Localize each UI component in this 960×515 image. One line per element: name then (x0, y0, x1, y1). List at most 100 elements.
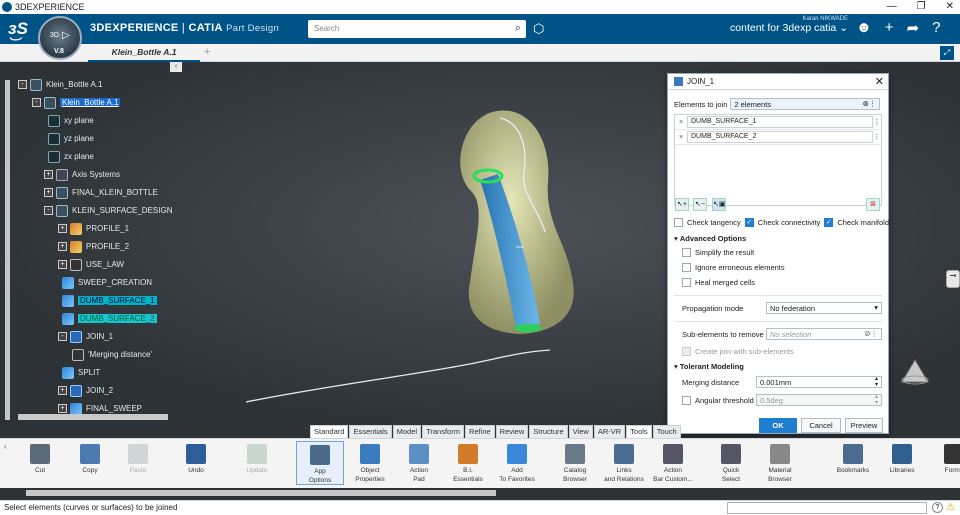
tree-node[interactable]: + JOIN_2 (58, 383, 113, 398)
toolbar-button[interactable]: Paste (114, 441, 162, 485)
toolbar-tab[interactable]: Review (495, 425, 529, 438)
tree-node[interactable]: - Klein_Bottle A.1 (18, 77, 102, 92)
tree-node[interactable]: xy plane (48, 113, 94, 128)
specification-tree[interactable]: ‹ - Klein_Bottle A.1 - Klein_Bottle A.1 xy p… (0, 62, 186, 425)
new-tab-button[interactable]: + (204, 46, 210, 58)
toolbar-button[interactable]: Catalog Browser (551, 441, 599, 485)
add-icon[interactable]: + (885, 19, 894, 37)
collapse-tree-button[interactable]: ‹ (170, 62, 182, 72)
remove-icon[interactable]: × (675, 119, 687, 126)
expand-toggle-icon[interactable]: - (44, 206, 53, 215)
expand-toggle-icon[interactable]: + (58, 386, 67, 395)
toolbar-tab[interactable]: Standard (310, 425, 349, 438)
tree-node[interactable]: 'Merging distance' (72, 347, 152, 362)
avatar-icon[interactable]: ☻ (856, 19, 872, 37)
warning-icon[interactable]: ⚠ (946, 502, 955, 513)
propagation-select[interactable]: No federation ▾ (766, 302, 882, 314)
elements-field[interactable]: 2 elements ⊗⋮ (730, 98, 881, 110)
maximize-button[interactable]: ❐ (917, 0, 926, 14)
tolerant-modeling-section[interactable]: ▾ Tolerant Modeling (674, 362, 744, 371)
expand-toggle-icon[interactable]: + (44, 170, 53, 179)
check-connectivity-checkbox[interactable]: ✓ (744, 218, 754, 227)
cancel-button[interactable]: Cancel (801, 418, 841, 433)
toolbar-tab[interactable]: Structure (529, 425, 568, 438)
ok-button[interactable]: OK (759, 418, 797, 433)
heal-checkbox[interactable] (682, 278, 691, 287)
help-icon[interactable]: ? (932, 19, 940, 37)
tree-node[interactable]: - JOIN_1 (58, 329, 113, 344)
add-mode-icon[interactable]: ↖+ (675, 198, 689, 211)
tree-node[interactable]: + FINAL_KLEIN_BOTTLE (44, 185, 158, 200)
remove-icon[interactable]: × (675, 134, 687, 141)
toolbar-button[interactable]: Quick Select (707, 441, 755, 485)
toolbar-button[interactable]: Undo (172, 441, 220, 485)
toolbar-button[interactable]: Add To Favorites (493, 441, 541, 485)
toolbar-button[interactable]: Object Properties (346, 441, 394, 485)
tree-horizontal-scrollbar[interactable] (18, 414, 168, 420)
preview-button[interactable]: Preview (845, 418, 883, 433)
tree-node[interactable]: + PROFILE_1 (58, 221, 129, 236)
user-context[interactable]: Karan NIKWADE content for 3dexp catia ⌄ (730, 16, 848, 34)
tree-node[interactable]: - Klein_Bottle A.1 (32, 95, 121, 110)
close-icon[interactable]: ✕ (875, 75, 884, 88)
elements-list[interactable]: × DUMB_SURFACE_1 ⋮ × DUMB_SURFACE_2 ⋮ (674, 114, 882, 206)
toolbar-button[interactable]: Cut (16, 441, 64, 485)
expand-toggle-icon[interactable]: + (58, 242, 67, 251)
tree-node[interactable]: SPLIT (62, 365, 100, 380)
robot-compass-icon[interactable] (898, 358, 932, 388)
toolbar-tab[interactable]: Transform (422, 425, 464, 438)
toolbar-tab[interactable]: View (568, 425, 593, 438)
tree-node[interactable]: SWEEP_CREATION (62, 275, 152, 290)
fullscreen-icon[interactable]: ⤢ (940, 46, 954, 60)
toolbar-button[interactable]: Formu (930, 441, 960, 485)
toolbar-button[interactable]: Action Bar Custom... (649, 441, 697, 485)
close-window-button[interactable]: ✕ (946, 0, 954, 14)
toolbar-button[interactable]: Bookmarks (829, 441, 877, 485)
dialog-header[interactable]: JOIN_1 ✕ (668, 74, 888, 90)
clear-list-icon[interactable]: ⊠ (866, 198, 880, 211)
search-input[interactable]: Search ⌕ (308, 20, 526, 38)
check-tangency-checkbox[interactable] (674, 218, 683, 227)
create-join-checkbox[interactable] (682, 347, 691, 356)
collapse-left-icon[interactable]: ‹ (4, 442, 7, 451)
power-input[interactable] (727, 502, 927, 514)
tree-scrollbar[interactable] (5, 80, 10, 420)
action-bar-scrollbar[interactable] (26, 490, 496, 496)
tree-node[interactable]: + Axis Systems (44, 167, 120, 182)
tab-document[interactable]: Klein_Bottle A.1 (88, 44, 200, 62)
tree-node[interactable]: + USE_LAW (58, 257, 124, 272)
minimize-button[interactable]: — (887, 0, 897, 14)
toolbar-button[interactable]: Libraries (878, 441, 926, 485)
toolbar-button[interactable]: Update (233, 441, 281, 485)
toolbar-tab[interactable]: Refine (464, 425, 495, 438)
expand-toggle-icon[interactable]: + (58, 404, 67, 413)
tree-node[interactable]: yz plane (48, 131, 94, 146)
toolbar-tab[interactable]: Touch (652, 425, 681, 438)
advanced-options-section[interactable]: ▾ Advanced Options (674, 234, 746, 243)
search-icon[interactable]: ⌕ (515, 22, 521, 35)
tree-node[interactable]: zx plane (48, 149, 94, 164)
expand-toggle-icon[interactable]: - (32, 98, 41, 107)
remove-mode-icon[interactable]: ↖− (693, 198, 707, 211)
toolbar-tab[interactable]: Essentials (349, 425, 392, 438)
angular-threshold-input[interactable]: 0.5deg ▴ ▾ (756, 394, 882, 406)
toolbar-tab[interactable]: Tools (626, 425, 652, 438)
list-item[interactable]: × DUMB_SURFACE_2 ⋮ (675, 130, 881, 145)
expand-toggle-icon[interactable]: + (44, 188, 53, 197)
share-icon[interactable]: ➦ (907, 19, 920, 37)
toolbar-button[interactable]: Copy (66, 441, 114, 485)
tree-node[interactable]: - KLEIN_SURFACE_DESIGN (44, 203, 172, 218)
check-manifold-checkbox[interactable]: ✓ (824, 218, 834, 227)
sub-elements-field[interactable]: No selection ⊘⋮ (766, 328, 882, 340)
expand-toggle-icon[interactable]: - (58, 332, 67, 341)
expand-toggle-icon[interactable]: - (18, 80, 27, 89)
toolbar-tab[interactable]: AR-VR (593, 425, 626, 438)
toolbar-tab[interactable]: Model (392, 425, 422, 438)
select-mode-icon[interactable]: ↖▣ (712, 198, 726, 211)
help-icon[interactable]: ? (932, 502, 943, 513)
ignore-checkbox[interactable] (682, 263, 691, 272)
toolbar-button[interactable]: B.I. Essentials (444, 441, 492, 485)
toolbar-button[interactable]: App Options (296, 441, 344, 485)
tree-node[interactable]: + PROFILE_2 (58, 239, 129, 254)
tag-icon[interactable]: ⬡ (533, 21, 544, 37)
